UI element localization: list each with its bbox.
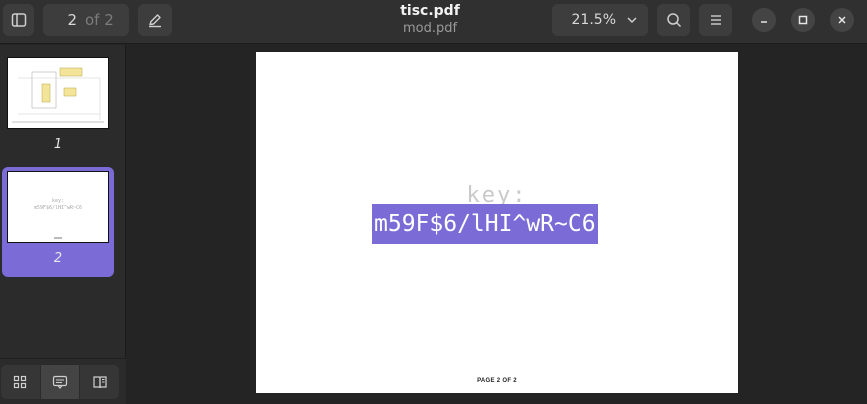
grid-icon [14, 375, 27, 389]
sidebar-view-switcher [0, 358, 126, 404]
document-canvas[interactable]: key: m59F$6/lHI^wR~C6 PAGE 2 OF 2 [127, 45, 867, 404]
search-icon [666, 13, 681, 28]
chevron-down-icon [627, 17, 637, 24]
comments-icon [52, 375, 68, 389]
thumbnail-label: 2 [53, 251, 63, 266]
thumbnail-page-2[interactable]: key: m59F$6/lHI^wR~C6 2 [2, 167, 114, 277]
page-1-preview [12, 67, 104, 123]
zoom-level: 21.5% [571, 12, 616, 28]
key-value-selected-text[interactable]: m59F$6/lHI^wR~C6 [372, 204, 598, 244]
page-number-input[interactable] [43, 4, 81, 36]
annotate-button[interactable] [138, 4, 172, 36]
zoom-dropdown[interactable]: 21.5% [552, 4, 648, 36]
thumbnail-sidebar: 1 key: m59F$6/lHI^wR~C6 2 [0, 45, 126, 404]
sidebar-toggle-button[interactable] [3, 4, 34, 36]
bookmarks-view-button[interactable] [80, 365, 119, 399]
close-icon [838, 16, 846, 24]
thumbnails-view-button[interactable] [1, 365, 41, 399]
minimize-icon [761, 21, 767, 23]
sidebar-icon [11, 13, 26, 27]
pdf-page-2[interactable]: key: m59F$6/lHI^wR~C6 PAGE 2 OF 2 [256, 52, 738, 393]
page-footer: PAGE 2 OF 2 [477, 378, 517, 384]
svg-text:m59F$6/lHI^wR~C6: m59F$6/lHI^wR~C6 [34, 205, 82, 211]
header-bar: of 2 tisc.pdf mod.pdf 21.5% [0, 0, 867, 44]
hamburger-icon [710, 15, 721, 25]
maximize-button[interactable] [791, 8, 815, 32]
document-subtitle: mod.pdf [402, 21, 458, 36]
title-block: tisc.pdf mod.pdf [330, 2, 530, 38]
thumbnail-image: key: m59F$6/lHI^wR~C6 [7, 171, 109, 243]
svg-text:key:: key: [52, 198, 64, 204]
annotations-view-button[interactable] [40, 365, 81, 399]
page-count-label: of 2 [85, 11, 114, 29]
thumbnail-image [7, 57, 109, 129]
page-navigator: of 2 [43, 4, 129, 36]
maximize-icon [798, 15, 808, 25]
main-menu-button[interactable] [699, 4, 732, 36]
search-button[interactable] [657, 4, 690, 36]
pdf-viewer-window: of 2 tisc.pdf mod.pdf 21.5% [0, 0, 867, 404]
close-button[interactable] [830, 8, 854, 32]
pen-icon [149, 14, 161, 28]
document-title: tisc.pdf [400, 3, 460, 19]
view-switcher-group [1, 365, 119, 399]
minimize-button[interactable] [752, 8, 776, 32]
bookmarks-icon [93, 376, 107, 389]
page-2-preview: key: m59F$6/lHI^wR~C6 [34, 198, 82, 239]
thumbnail-page-1[interactable]: 1 [2, 53, 114, 163]
thumbnail-label: 1 [53, 137, 63, 152]
